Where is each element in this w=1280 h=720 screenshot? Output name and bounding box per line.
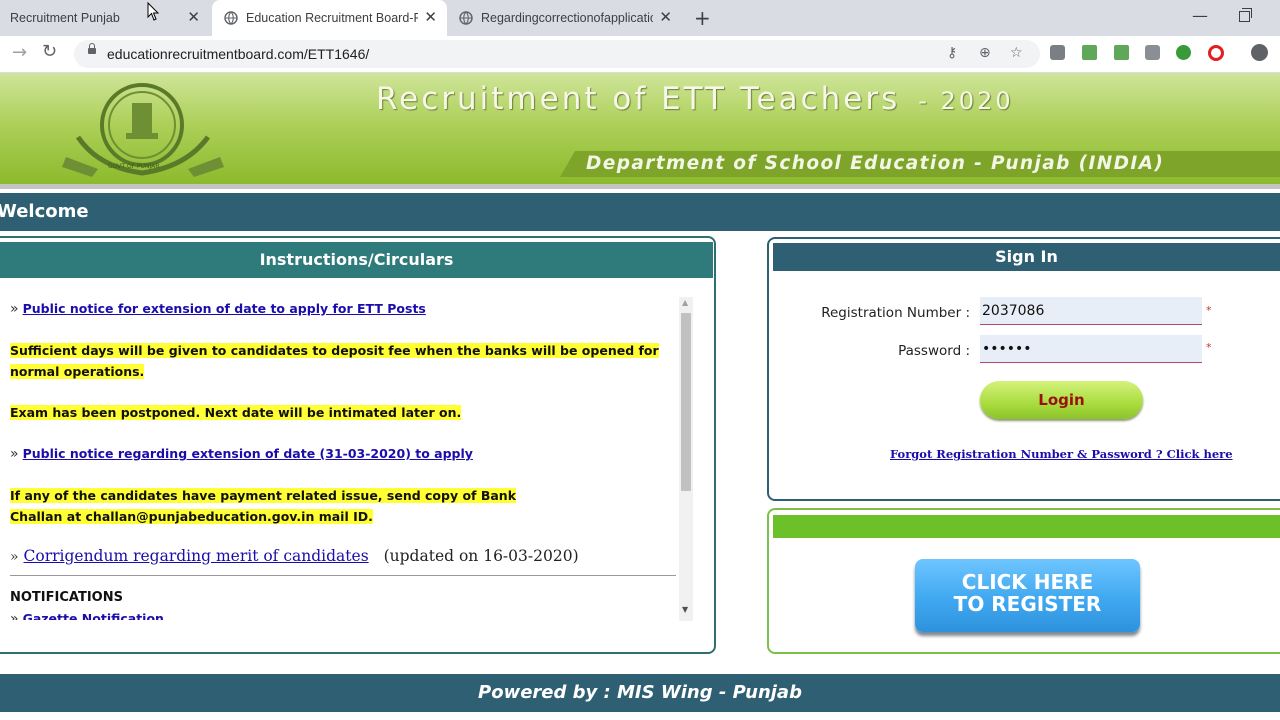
welcome-bar: Welcome [0,193,1280,231]
list-item: » Public notice regarding extension of d… [10,446,473,462]
list-item: » Corrigendum regarding merit of candida… [10,547,579,565]
scroll-up-icon[interactable]: ▲ [682,298,688,307]
list-item: If any of the candidates have payment re… [10,485,570,527]
divider [10,575,676,576]
notifications-heading-text: NOTIFICATIONS [10,590,123,605]
register-header-strip [773,515,1280,538]
emblem-caption: GOVT OF PUNJAB [108,163,160,170]
scroll-thumb[interactable] [681,313,691,491]
extension-icon[interactable] [1050,45,1065,60]
required-mark: * [1206,341,1212,354]
password-label: Password : [898,343,970,359]
signin-header: Sign In [773,243,1280,271]
registration-number-label: Registration Number : [821,305,970,321]
forward-button[interactable]: → [12,42,27,63]
download-extension-icon[interactable] [1114,45,1129,60]
notice-link[interactable]: Public notice regarding extension of dat… [23,446,473,461]
globe-icon [224,11,238,25]
profile-avatar-icon[interactable] [1251,44,1268,61]
list-item: » Gazette Notification [10,611,164,620]
highlighted-notice: Sufficient days will be given to candida… [10,343,659,379]
restore-button[interactable] [1239,8,1252,22]
tab-recruitment-punjab[interactable]: Recruitment Punjab ✕ [0,0,210,36]
password-input[interactable] [980,335,1202,363]
instructions-header: Instructions/Circulars [0,242,713,278]
address-bar[interactable]: educationrecruitmentboard.com/ETT1646/ ⚷… [74,40,1040,68]
bullet-icon: » [10,301,19,317]
bullet-icon: » [10,611,19,620]
site-banner: GOVT OF PUNJAB Recruitment of ETT Teache… [0,73,1280,184]
star-icon[interactable]: ☆ [1010,45,1023,61]
minimize-button[interactable]: — [1192,6,1208,25]
list-item: Sufficient days will be given to candida… [10,340,670,382]
tab-education-recruitment-board[interactable]: Education Recruitment Board-Punjab ✕ [212,0,447,36]
banner-title: Recruitment of ETT Teachers - 2020 [376,81,1014,117]
tab-title: Education Recruitment Board-Punjab [246,11,418,25]
tab-title: Recruitment Punjab [10,11,120,25]
required-mark: * [1206,304,1212,317]
key-icon[interactable]: ⚷ [947,45,957,61]
mouse-cursor-icon [147,2,160,21]
scroll-down-icon[interactable]: ▼ [682,605,688,614]
close-icon[interactable]: ✕ [187,10,200,26]
login-button[interactable]: Login [980,381,1143,419]
bullet-icon: » [10,549,19,565]
browser-tabstrip: Recruitment Punjab ✕ Education Recruitme… [0,0,1280,36]
notice-link[interactable]: Public notice for extension of date to a… [23,301,426,316]
updated-note: (updated on 16-03-2020) [383,547,579,565]
download-extension-icon[interactable] [1082,45,1097,60]
lock-icon[interactable] [88,43,96,54]
notifications-heading: NOTIFICATIONS [10,589,123,605]
new-tab-button[interactable]: + [694,6,711,30]
signin-panel [767,237,1280,501]
register-button[interactable]: CLICK HERE TO REGISTER [915,559,1140,632]
footer: Powered by : MIS Wing - Punjab [0,674,1280,712]
url-text[interactable]: educationrecruitmentboard.com/ETT1646/ [107,46,369,62]
instructions-list[interactable]: » Public notice for extension of date to… [10,296,676,620]
bullet-icon: » [10,446,19,462]
forgot-credentials-link[interactable]: Forgot Registration Number & Password ? … [890,447,1233,461]
banner-year: - 2020 [918,87,1014,115]
highlighted-notice: Exam has been postponed. Next date will … [10,405,462,420]
gazette-link[interactable]: Gazette Notification [23,611,164,620]
footer-spacer [0,712,1280,720]
banner-subtitle: Department of School Education - Punjab … [586,153,1165,174]
highlighted-notice: If any of the candidates have payment re… [10,488,517,524]
opera-icon[interactable] [1208,45,1224,61]
list-item: » Public notice for extension of date to… [10,301,426,317]
banner-title-text: Recruitment of ETT Teachers [376,81,901,117]
tab-title: Regardingcorrectionofapplication [481,11,653,25]
zoom-icon[interactable]: ⊕ [979,45,991,61]
list-item: Exam has been postponed. Next date will … [10,402,462,423]
close-icon[interactable]: ✕ [424,10,437,26]
tab-regarding-correction[interactable]: Regardingcorrectionofapplication ✕ [447,0,682,36]
corrigendum-link[interactable]: Corrigendum regarding merit of candidate… [24,547,369,565]
globe-extension-icon[interactable] [1176,45,1191,60]
close-icon[interactable]: ✕ [659,10,672,26]
banner-divider [0,184,1280,189]
instructions-scrollbar[interactable]: ▲ ▼ [679,297,693,621]
reload-button[interactable]: ↻ [42,41,57,62]
browser-toolbar: → ↻ educationrecruitmentboard.com/ETT164… [0,36,1280,73]
globe-icon [459,11,473,25]
registration-number-input[interactable] [980,297,1202,325]
extension-icon[interactable] [1145,45,1160,60]
